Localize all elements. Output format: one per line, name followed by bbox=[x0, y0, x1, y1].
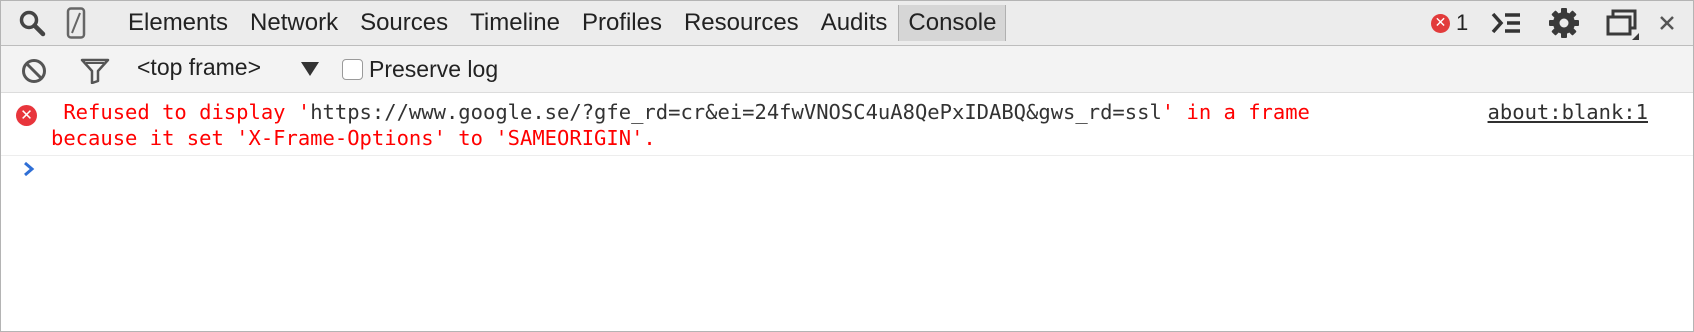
error-icon: ✕ bbox=[1431, 13, 1450, 33]
error-count-value: 1 bbox=[1456, 10, 1469, 35]
device-mode-icon[interactable] bbox=[63, 6, 89, 40]
console-prompt[interactable] bbox=[1, 156, 1693, 186]
console-toolbar: <top frame> Preserve log bbox=[1, 46, 1693, 93]
tab-network[interactable]: Network bbox=[239, 5, 349, 41]
console-error-message: ✕ Refused to display 'https://www.google… bbox=[1, 93, 1693, 156]
message-source-link[interactable]: about:blank:1 bbox=[1488, 99, 1648, 125]
prompt-chevron-icon bbox=[21, 159, 37, 184]
search-icon[interactable] bbox=[17, 8, 47, 38]
settings-gear-icon[interactable] bbox=[1547, 6, 1581, 40]
console-drawer-icon[interactable] bbox=[1489, 8, 1523, 38]
tab-console[interactable]: Console bbox=[898, 5, 1007, 41]
tab-elements[interactable]: Elements bbox=[119, 5, 239, 41]
error-counter[interactable]: ✕ 1 bbox=[1431, 10, 1468, 36]
clear-console-icon[interactable] bbox=[19, 56, 49, 86]
preserve-log-option[interactable]: Preserve log bbox=[342, 56, 498, 83]
devtools-tab-bar: Elements Network Sources Timeline Profil… bbox=[1, 1, 1693, 46]
tab-resources[interactable]: Resources bbox=[673, 5, 810, 41]
close-icon[interactable] bbox=[1655, 11, 1679, 35]
filter-icon[interactable] bbox=[79, 56, 111, 86]
tab-audits[interactable]: Audits bbox=[810, 5, 899, 41]
preserve-log-checkbox[interactable] bbox=[342, 59, 363, 80]
error-message-text: Refused to display 'https://www.google.s… bbox=[51, 99, 1411, 151]
dock-side-icon[interactable] bbox=[1605, 8, 1641, 42]
tab-timeline[interactable]: Timeline bbox=[459, 5, 571, 41]
tab-profiles[interactable]: Profiles bbox=[571, 5, 673, 41]
error-url: https://www.google.se/?gfe_rd=cr&ei=24fw… bbox=[310, 100, 1162, 124]
error-text-prefix: Refused to display ' bbox=[51, 100, 311, 124]
error-icon: ✕ bbox=[16, 105, 37, 126]
panel-tabs: Elements Network Sources Timeline Profil… bbox=[119, 1, 1007, 45]
preserve-log-label: Preserve log bbox=[369, 56, 499, 82]
devtools-window: Elements Network Sources Timeline Profil… bbox=[0, 0, 1694, 332]
tab-sources[interactable]: Sources bbox=[349, 5, 459, 41]
frame-selector[interactable]: <top frame> bbox=[137, 54, 261, 81]
dropdown-arrow-icon[interactable] bbox=[301, 62, 319, 76]
